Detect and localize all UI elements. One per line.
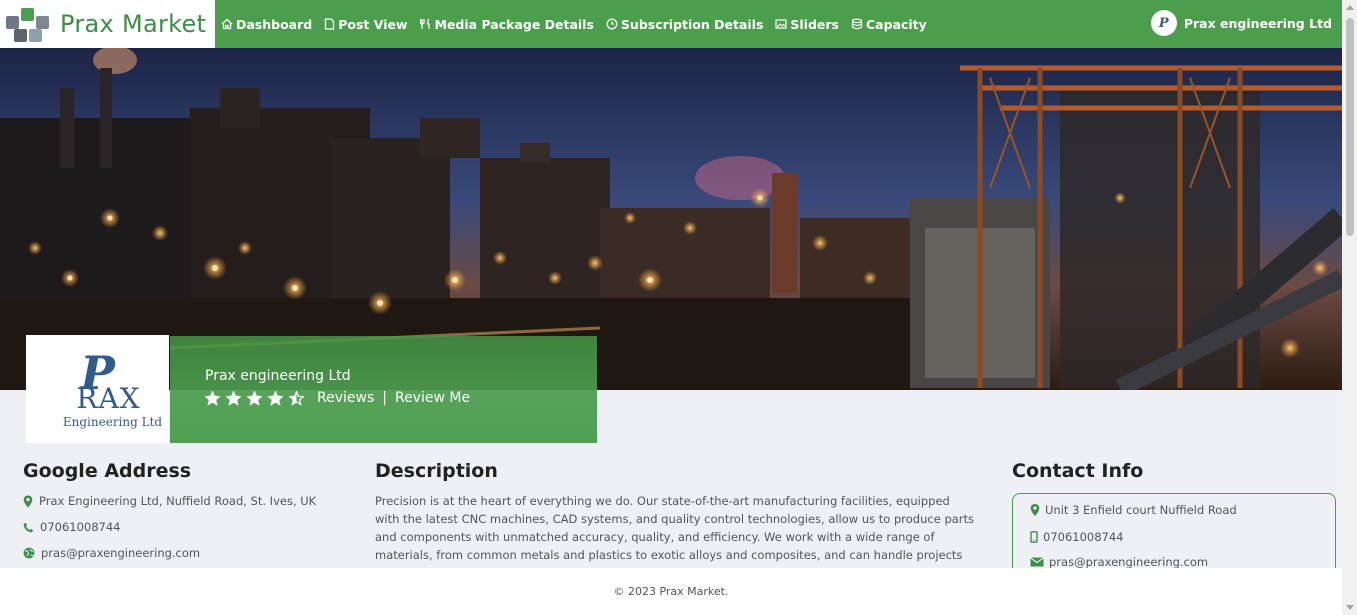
contact-address-line: Unit 3 Enfield court Nuffield Road bbox=[1030, 503, 1237, 517]
nav-media-package[interactable]: Media Package Details bbox=[419, 16, 594, 32]
footer: © 2023 Prax Market. bbox=[0, 568, 1342, 615]
map-marker-icon bbox=[23, 495, 33, 507]
phone-icon bbox=[23, 522, 34, 532]
star-full-icon bbox=[268, 390, 283, 406]
google-address-line: Prax Engineering Ltd, Nuffield Road, St.… bbox=[23, 494, 316, 508]
copyright-text: © 2023 Prax Market. bbox=[613, 585, 729, 598]
scroll-down-arrow[interactable] bbox=[1346, 605, 1354, 610]
contact-email-text[interactable]: pras@praxengineering.com bbox=[1049, 555, 1208, 569]
brand-logo-link[interactable]: Prax Market bbox=[0, 0, 215, 48]
document-icon bbox=[325, 18, 335, 30]
contact-phone-text: 07061008744 bbox=[1043, 530, 1124, 544]
google-email-text[interactable]: pras@praxengineering.com bbox=[41, 546, 200, 560]
star-half-icon bbox=[289, 390, 304, 406]
utensils-icon bbox=[419, 18, 430, 29]
star-rating bbox=[205, 390, 310, 406]
google-address-title: Google Address bbox=[23, 460, 192, 482]
google-address-text: Prax Engineering Ltd, Nuffield Road, St.… bbox=[39, 494, 317, 508]
star-full-icon bbox=[247, 390, 262, 406]
page-scrollbar[interactable] bbox=[1342, 0, 1357, 615]
company-name: Prax engineering Ltd bbox=[205, 368, 351, 384]
top-navbar: Prax Market Dashboard Post View Media Pa… bbox=[0, 0, 1342, 48]
reviews-link[interactable]: Reviews bbox=[317, 390, 374, 406]
nav-post-view-label: Post View bbox=[338, 16, 408, 32]
contact-info-title: Contact Info bbox=[1012, 460, 1144, 482]
company-logo: P RAX Engineering Ltd bbox=[26, 335, 169, 443]
globe-icon bbox=[23, 547, 35, 559]
google-email-line: pras@praxengineering.com bbox=[23, 546, 200, 560]
google-phone-line: 07061008744 bbox=[23, 520, 120, 534]
contact-phone-line: 07061008744 bbox=[1030, 530, 1123, 544]
user-name: Prax engineering Ltd bbox=[1183, 15, 1332, 31]
profile-card: Prax engineering Ltd Reviews | Review Me bbox=[170, 336, 597, 443]
scroll-thumb[interactable] bbox=[1346, 18, 1354, 236]
brand-name: Prax Market bbox=[60, 10, 207, 38]
map-marker-icon bbox=[1030, 504, 1040, 516]
google-phone-text: 07061008744 bbox=[40, 520, 121, 534]
clock-icon bbox=[606, 18, 618, 30]
contact-email-line: pras@praxengineering.com bbox=[1030, 555, 1208, 569]
home-icon bbox=[221, 18, 233, 30]
review-me-link[interactable]: Review Me bbox=[395, 390, 470, 406]
nav-sliders-label: Sliders bbox=[790, 16, 839, 32]
description-title: Description bbox=[375, 460, 498, 482]
nav-sliders[interactable]: Sliders bbox=[775, 17, 839, 32]
cubes-logo-icon bbox=[4, 4, 52, 44]
nav-dashboard-label: Dashboard bbox=[236, 16, 313, 32]
logo-subtitle: Engineering Ltd bbox=[62, 414, 163, 429]
user-menu[interactable]: P Prax engineering Ltd bbox=[1150, 10, 1332, 36]
mobile-phone-icon bbox=[1030, 531, 1038, 543]
nav-capacity[interactable]: Capacity bbox=[851, 17, 927, 32]
nav-subscription-label: Subscription Details bbox=[620, 16, 764, 32]
nav-links: Dashboard Post View Media Package Detail… bbox=[221, 17, 939, 32]
rating-separator: | bbox=[382, 390, 387, 406]
star-full-icon bbox=[205, 390, 220, 406]
star-full-icon bbox=[226, 390, 241, 406]
nav-dashboard[interactable]: Dashboard bbox=[221, 17, 312, 32]
nav-subscription[interactable]: Subscription Details bbox=[606, 17, 763, 32]
logo-letters-rax: RAX bbox=[76, 381, 141, 415]
nav-capacity-label: Capacity bbox=[866, 16, 927, 32]
database-icon bbox=[851, 18, 863, 30]
image-icon bbox=[775, 19, 787, 29]
user-avatar: P bbox=[1150, 10, 1177, 36]
envelope-icon bbox=[1030, 557, 1044, 567]
contact-address-text: Unit 3 Enfield court Nuffield Road bbox=[1045, 503, 1237, 517]
nav-media-package-label: Media Package Details bbox=[434, 16, 594, 32]
scroll-up-arrow[interactable] bbox=[1346, 5, 1354, 10]
rating-row: Reviews | Review Me bbox=[205, 390, 597, 406]
nav-post-view[interactable]: Post View bbox=[324, 16, 408, 32]
